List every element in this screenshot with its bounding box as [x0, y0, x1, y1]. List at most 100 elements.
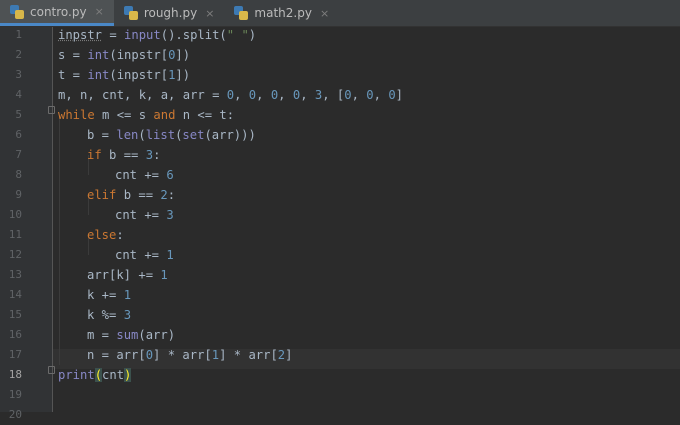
- code-token: ] * arr[: [153, 348, 212, 362]
- close-icon[interactable]: ×: [95, 5, 104, 18]
- code-token: print: [58, 368, 95, 382]
- editor-tab-bar: contro.py × rough.py × math2.py ×: [0, 0, 680, 27]
- code-token: 0: [226, 88, 235, 102]
- line-number: 17: [8, 348, 22, 361]
- code-line-16: m = sum(arr): [87, 325, 175, 345]
- identifier: inpstr: [58, 28, 103, 42]
- code-token: ): [248, 28, 257, 42]
- code-token: ]): [175, 68, 191, 82]
- code-token: " ": [226, 28, 249, 42]
- code-token: list: [145, 128, 176, 142]
- code-line-2: s = int(inpstr[0]): [58, 45, 190, 65]
- code-line-12: cnt += 1: [115, 245, 174, 265]
- code-token: 1: [123, 288, 132, 302]
- tab-contro-py[interactable]: contro.py ×: [0, 0, 114, 26]
- code-line-17: n = arr[0] * arr[1] * arr[2]: [87, 345, 292, 365]
- line-number: 15: [8, 308, 22, 321]
- code-token: cnt +=: [115, 208, 167, 222]
- code-line-4: m, n, cnt, k, a, arr = 0, 0, 0, 0, 3, [0…: [58, 85, 403, 105]
- line-number: 16: [8, 328, 22, 341]
- code-token: 0: [145, 348, 154, 362]
- line-number: 14: [8, 288, 22, 301]
- code-token: (: [138, 128, 146, 142]
- code-token: while: [58, 108, 95, 122]
- code-line-14: k += 1: [87, 285, 131, 305]
- tab-label: contro.py: [30, 4, 87, 19]
- code-token: b =: [87, 128, 117, 142]
- tab-math2-py[interactable]: math2.py ×: [224, 0, 339, 26]
- code-line-8: cnt += 6: [115, 165, 174, 185]
- close-icon[interactable]: ×: [205, 7, 214, 20]
- code-line-9: elif b == 2:: [87, 185, 175, 205]
- line-number: 12: [8, 248, 22, 261]
- line-number: 4: [15, 88, 22, 101]
- code-token: (inpstr[: [109, 68, 169, 82]
- line-number: 13: [8, 268, 22, 281]
- code-token: cnt +=: [115, 248, 167, 262]
- code-token: k +=: [87, 288, 124, 302]
- code-token: ] * arr[: [219, 348, 278, 362]
- tab-rough-py[interactable]: rough.py ×: [114, 0, 225, 26]
- code-line-10: cnt += 3: [115, 205, 174, 225]
- code-token: ().split(: [160, 28, 227, 42]
- line-number-gutter[interactable]: 1 2 3 4 5 6 7 8 9 10 11 12 13 14 15 16 1…: [0, 27, 55, 421]
- line-number: 19: [8, 388, 22, 401]
- code-token: and: [153, 108, 176, 122]
- code-token: t =: [58, 68, 88, 82]
- line-number: 5: [15, 108, 22, 121]
- code-token: ,: [278, 88, 293, 102]
- code-token: (inpstr[: [109, 48, 169, 62]
- close-icon[interactable]: ×: [320, 7, 329, 20]
- code-token: n = arr[: [87, 348, 146, 362]
- code-token: n <= t:: [175, 108, 235, 122]
- code-token: m <= s: [94, 108, 154, 122]
- code-token: 0: [366, 88, 374, 102]
- code-line-5: while m <= s and n <= t:: [58, 105, 234, 125]
- code-token: :: [116, 228, 124, 242]
- code-token: int: [87, 68, 110, 82]
- code-token: cnt +=: [115, 168, 167, 182]
- code-token: else: [87, 228, 117, 242]
- code-editor[interactable]: inpstr = input().split(" ") s = int(inps…: [53, 27, 680, 412]
- code-token: (arr))): [204, 128, 256, 142]
- code-token: sum: [116, 328, 139, 342]
- code-token: set: [182, 128, 205, 142]
- line-number: 20: [8, 408, 22, 421]
- matched-brace: (: [94, 368, 103, 382]
- code-line-7: if b == 3:: [87, 145, 160, 165]
- code-token: ]): [175, 48, 191, 62]
- code-token: if: [87, 148, 102, 162]
- code-token: 2: [160, 188, 168, 202]
- line-number: 11: [8, 228, 22, 241]
- code-token: ,: [300, 88, 315, 102]
- code-token: m, n, cnt, k, a, arr =: [58, 88, 227, 102]
- code-token: k %=: [87, 308, 124, 322]
- tab-label: rough.py: [143, 6, 198, 20]
- code-line-13: arr[k] += 1: [87, 265, 168, 285]
- code-token: 0: [344, 88, 352, 102]
- code-token: =: [102, 28, 125, 42]
- line-number-current: 18: [8, 368, 22, 381]
- code-token: m =: [87, 328, 117, 342]
- code-token: 1: [211, 348, 220, 362]
- code-token: ]: [285, 348, 293, 362]
- code-token: 1: [166, 248, 174, 262]
- indent-guide: [59, 115, 60, 365]
- line-number: 10: [8, 208, 22, 221]
- code-token: b ==: [101, 148, 146, 162]
- code-token: ,: [234, 88, 249, 102]
- code-token: ,: [351, 88, 367, 102]
- line-number: 6: [15, 128, 22, 141]
- code-token: len: [116, 128, 139, 142]
- code-token: 0: [388, 88, 396, 102]
- code-line-18: print(cnt): [58, 365, 132, 385]
- code-token: ,: [373, 88, 389, 102]
- line-number: 9: [15, 188, 22, 201]
- code-line-1: inpstr = input().split(" "): [58, 25, 256, 45]
- code-line-15: k %= 3: [87, 305, 131, 325]
- code-token: input: [124, 28, 161, 42]
- code-line-11: else:: [87, 225, 124, 245]
- code-token: cnt: [102, 368, 125, 382]
- code-token: elif: [87, 188, 117, 202]
- code-token: 3: [145, 148, 154, 162]
